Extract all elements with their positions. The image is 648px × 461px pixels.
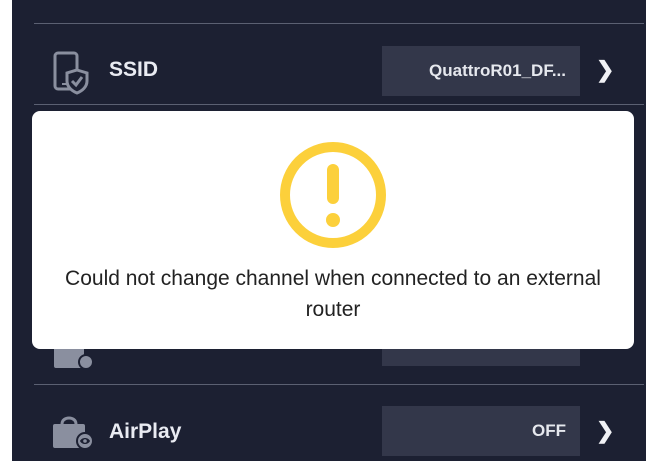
chevron-right-icon[interactable]: ❯ — [596, 57, 614, 83]
ssid-label: SSID — [109, 58, 159, 81]
screenshot-frame: SSID QuattroR01_DF... ❯ AirPlay OFF ❯ Co… — [0, 0, 648, 461]
divider — [34, 384, 644, 385]
ssid-value[interactable]: QuattroR01_DF... — [382, 46, 580, 96]
alert-dialog[interactable]: Could not change channel when connected … — [32, 111, 634, 349]
bag-cast-icon — [50, 410, 94, 455]
top-divider — [34, 23, 644, 24]
chevron-right-icon[interactable]: ❯ — [596, 418, 614, 444]
phone-shield-icon — [50, 50, 90, 101]
divider — [34, 104, 644, 105]
airplay-value[interactable]: OFF — [382, 406, 580, 456]
warning-icon — [278, 140, 388, 250]
alert-message: Could not change channel when connected … — [65, 267, 601, 321]
airplay-label: AirPlay — [109, 420, 182, 443]
